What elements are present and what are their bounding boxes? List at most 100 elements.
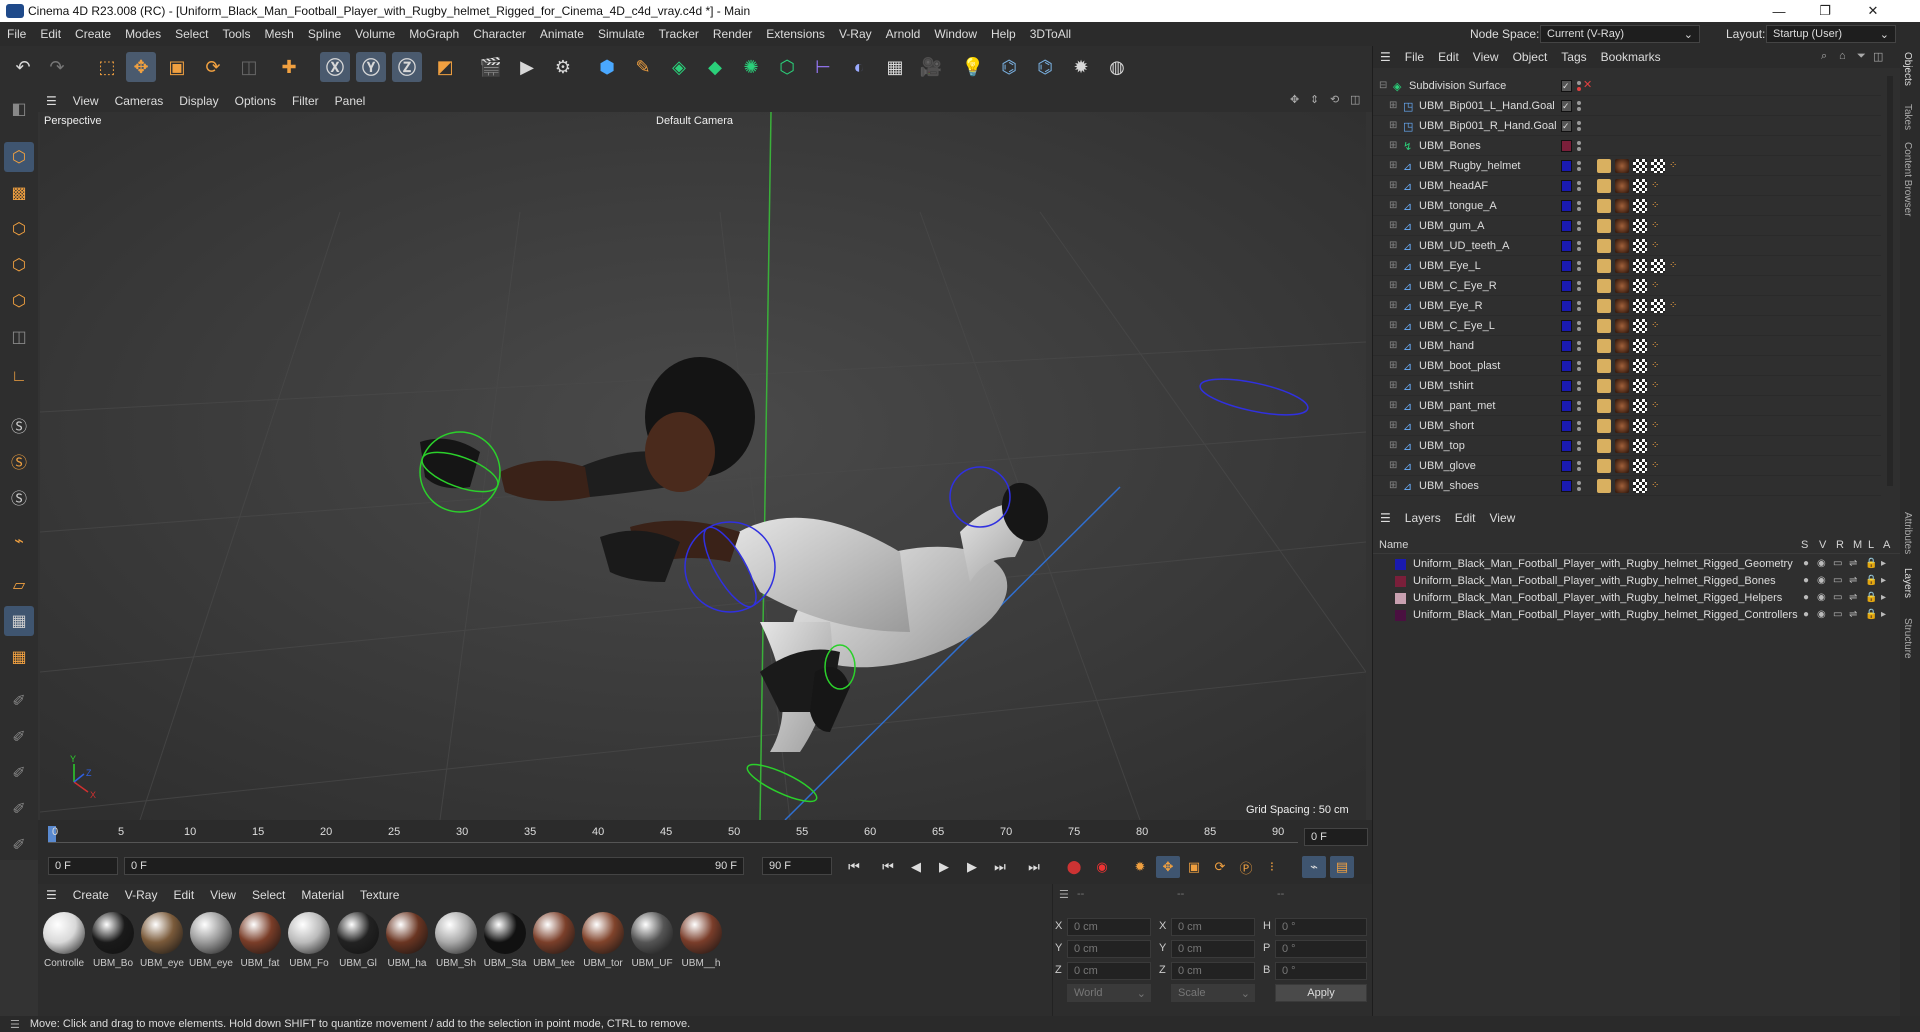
obj-menu-tags[interactable]: Tags [1554, 50, 1593, 64]
animation-icon[interactable]: ▸ [1881, 558, 1886, 569]
light-icon[interactable]: 💡 [958, 52, 988, 82]
texture-tag-icon[interactable] [1633, 319, 1647, 333]
object-row[interactable]: ⊞ ⊿ UBM_pant_met ⁘ [1373, 396, 1881, 416]
camera-icon[interactable]: 🎥 [916, 52, 946, 82]
expand-icon[interactable]: ⊞ [1389, 220, 1397, 231]
redo-icon[interactable]: ↷ [42, 52, 72, 82]
render-visibility-dot[interactable] [1577, 447, 1581, 451]
render-visibility-dot[interactable] [1577, 147, 1581, 151]
tab-content-browser[interactable]: Content Browser [1902, 142, 1913, 216]
layer-swatch[interactable] [1561, 460, 1572, 472]
viewport-maximize-icon[interactable]: ◫ [1350, 93, 1360, 106]
texture-tag-icon[interactable] [1633, 259, 1647, 273]
live-selection-icon[interactable]: ⬚ [92, 52, 122, 82]
material-tag-icon[interactable] [1615, 219, 1629, 233]
hamburger-icon[interactable]: ☰ [38, 94, 65, 108]
maximize-button[interactable]: ❐ [1802, 0, 1848, 22]
smooth-icon[interactable]: ✐ [4, 794, 34, 824]
layer-swatch[interactable] [1561, 140, 1572, 152]
timeline-ruler[interactable]: 0 5 10 15 20 25 30 35 40 45 50 55 60 65 … [38, 824, 1300, 848]
viewport-menu-view[interactable]: View [65, 94, 107, 108]
render-settings-icon[interactable]: ⚙ [548, 52, 578, 82]
material-item[interactable]: UBM_Bo [91, 912, 135, 982]
points-mode-icon[interactable]: ⬡ [4, 214, 34, 244]
mat-menu-texture[interactable]: Texture [352, 888, 407, 902]
x-axis-icon[interactable]: Ⓧ [320, 52, 350, 82]
editor-visibility-dot[interactable] [1577, 241, 1581, 245]
object-row[interactable]: ⊞ ⊿ UBM_Rugby_helmet ⁘ [1373, 156, 1881, 176]
layer-swatch[interactable] [1561, 380, 1572, 392]
menu-modes[interactable]: Modes [118, 27, 168, 41]
selection-tag-icon[interactable]: ⁘ [1651, 420, 1659, 431]
viewport-menu-display[interactable]: Display [171, 94, 226, 108]
add-tool-icon[interactable]: ✚ [274, 52, 304, 82]
h-rotation-field[interactable]: 0 ° [1275, 918, 1367, 936]
texture-tag-icon[interactable] [1633, 359, 1647, 373]
layer-swatch[interactable] [1561, 240, 1572, 252]
render-visibility-dot[interactable] [1577, 327, 1581, 331]
timeline-window-icon[interactable]: ▤ [1330, 856, 1354, 878]
mat-menu-material[interactable]: Material [293, 888, 352, 902]
material-item[interactable]: UBM__h [679, 912, 723, 982]
render-visibility-dot[interactable] [1577, 207, 1581, 211]
expand-icon[interactable]: ⊞ [1389, 280, 1397, 291]
menu-character[interactable]: Character [466, 27, 533, 41]
mat-menu-select[interactable]: Select [244, 888, 293, 902]
add-point-icon[interactable]: ✐ [4, 830, 34, 860]
vray-tag-icon[interactable] [1597, 319, 1611, 333]
expand-icon[interactable]: ⊞ [1389, 360, 1397, 371]
expand-icon[interactable]: ⊟ [1379, 80, 1387, 91]
object-row[interactable]: ⊞ ⊿ UBM_short ⁘ [1373, 416, 1881, 436]
render-visibility-dot[interactable] [1577, 427, 1581, 431]
sound-icon[interactable]: ⌁ [1302, 856, 1326, 878]
layer-swatch[interactable] [1561, 220, 1572, 232]
obj-menu-object[interactable]: Object [1506, 50, 1555, 64]
layer-swatch[interactable]: ✓ [1561, 120, 1572, 132]
play-icon[interactable]: ▶ [932, 856, 956, 878]
material-tag-icon[interactable] [1615, 199, 1629, 213]
texture-tag-icon[interactable] [1633, 379, 1647, 393]
render-visibility-dot[interactable] [1577, 187, 1581, 191]
make-editable-icon[interactable]: ◧ [4, 94, 34, 124]
editor-visibility-dot[interactable] [1577, 281, 1581, 285]
object-row[interactable]: ⊞ ⊿ UBM_headAF ⁘ [1373, 176, 1881, 196]
next-frame-icon[interactable]: ▶ [960, 856, 984, 878]
texture-tag-icon[interactable] [1633, 279, 1647, 293]
edges-mode-icon[interactable]: ⬡ [4, 250, 34, 280]
vray-tag-icon[interactable] [1597, 359, 1611, 373]
selection-tag-icon[interactable]: ⁘ [1669, 300, 1677, 311]
vray-tag-icon[interactable] [1597, 199, 1611, 213]
hamburger-icon[interactable]: ☰ [1373, 50, 1398, 64]
selection-tag-icon[interactable]: ⁘ [1651, 480, 1659, 491]
render-visibility-dot[interactable] [1577, 387, 1581, 391]
material-tag-icon[interactable] [1615, 419, 1629, 433]
key-scale-icon[interactable]: ▣ [1182, 856, 1206, 878]
material-tag-icon[interactable] [1615, 299, 1629, 313]
editor-visibility-dot[interactable] [1577, 441, 1581, 445]
material-tag-icon[interactable] [1615, 159, 1629, 173]
material-item[interactable]: UBM_Gl [336, 912, 380, 982]
grid-lock-icon[interactable]: ▦ [4, 642, 34, 672]
mograph-icon[interactable]: ⬡ [772, 52, 802, 82]
material-item[interactable]: UBM_UF [630, 912, 674, 982]
tab-structure[interactable]: Structure [1902, 618, 1913, 659]
prev-key-icon[interactable]: ⏮ [876, 856, 900, 878]
vray-tag-icon[interactable] [1597, 399, 1611, 413]
hamburger-icon[interactable]: ☰ [1373, 511, 1398, 525]
menu-edit[interactable]: Edit [33, 27, 68, 41]
coord-scale-select[interactable]: Scale ⌄ [1171, 984, 1255, 1002]
expand-icon[interactable]: ⊞ [1389, 380, 1397, 391]
expand-icon[interactable]: ⊞ [1389, 140, 1397, 151]
grid-icon[interactable]: ▦ [4, 606, 34, 636]
texture-tag-icon[interactable] [1633, 339, 1647, 353]
editor-visibility-dot[interactable] [1577, 341, 1581, 345]
uv-mode-icon[interactable]: ◫ [4, 322, 34, 352]
object-row[interactable]: ⊞ ◳ UBM_Bip001_L_Hand.Goal ✓ [1373, 96, 1881, 116]
viewport-menu-filter[interactable]: Filter [284, 94, 327, 108]
layer-menu-edit[interactable]: Edit [1448, 511, 1483, 525]
selection-tag-icon[interactable]: ⁘ [1651, 340, 1659, 351]
material-tag-icon[interactable] [1615, 379, 1629, 393]
frame-range-slider[interactable]: 0 F 90 F [124, 857, 744, 875]
layer-swatch[interactable]: ✓ [1561, 80, 1572, 92]
current-frame-field[interactable]: 0 F [1304, 828, 1368, 846]
